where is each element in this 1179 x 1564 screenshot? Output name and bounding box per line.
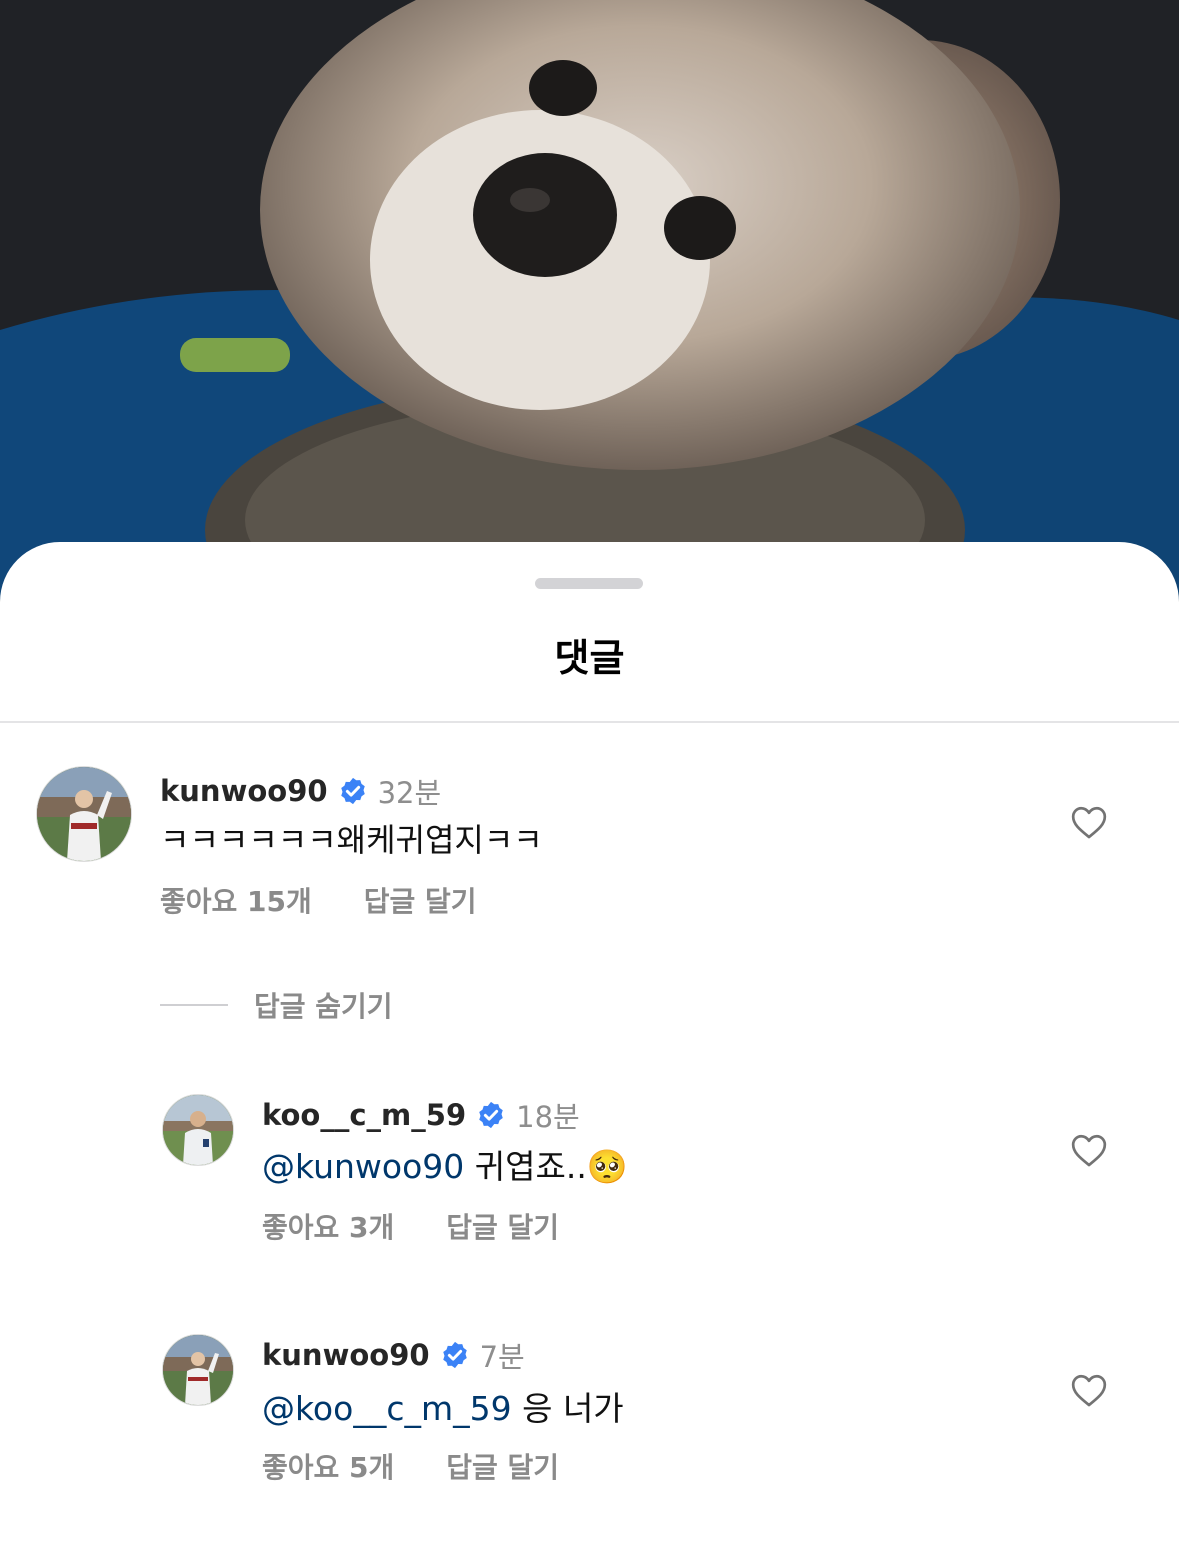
verified-badge-icon — [440, 1340, 470, 1370]
reply-button[interactable]: 답글 달기 — [446, 1448, 559, 1488]
username[interactable]: kunwoo90 — [262, 1338, 430, 1372]
video-background[interactable] — [0, 0, 1179, 600]
heart-outline-icon[interactable] — [1070, 804, 1108, 840]
comment-mention[interactable]: @koo__c_m_59 — [262, 1389, 512, 1428]
avatar-photo — [37, 767, 131, 861]
comment-mention[interactable]: @kunwoo90 — [262, 1147, 464, 1186]
comment-text: ㅋㅋㅋㅋㅋㅋ왜케귀엽지ㅋㅋ — [160, 818, 543, 862]
comment-header: kunwoo90 7분 — [262, 1334, 525, 1376]
comment-text: @koo__c_m_59 응 너가 — [262, 1386, 624, 1432]
comment-time: 7분 — [479, 1340, 525, 1374]
header-divider — [0, 721, 1179, 723]
dog-video-frame — [0, 0, 1179, 600]
comment-body: 응 너가 — [511, 1389, 624, 1428]
comment-header: koo__c_m_59 18분 — [262, 1094, 580, 1136]
sheet-grabber-handle[interactable] — [535, 578, 643, 589]
hide-replies-label: 답글 숨기기 — [254, 990, 393, 1023]
verified-badge-icon — [476, 1100, 506, 1130]
comment-header: kunwoo90 32분 — [160, 770, 441, 812]
comment-text: @kunwoo90 귀엽죠..🥺 — [262, 1144, 628, 1190]
avatar[interactable] — [162, 1094, 234, 1166]
username[interactable]: kunwoo90 — [160, 774, 328, 808]
comment-body: 귀엽죠..🥺 — [464, 1147, 628, 1186]
comment-actions: 좋아요 3개 답글 달기 — [262, 1208, 559, 1248]
comment-actions: 좋아요 5개 답글 달기 — [262, 1448, 559, 1488]
avatar-photo — [163, 1335, 233, 1405]
username[interactable]: koo__c_m_59 — [262, 1098, 466, 1132]
comment-actions: 좋아요 15개 답글 달기 — [160, 882, 477, 922]
heart-outline-icon[interactable] — [1070, 1132, 1108, 1168]
comment-time: 32분 — [377, 776, 442, 810]
avatar-photo — [163, 1095, 233, 1165]
heart-outline-icon[interactable] — [1070, 1372, 1108, 1408]
reply-button[interactable]: 답글 달기 — [364, 882, 477, 922]
likes-count[interactable]: 좋아요 5개 — [262, 1448, 394, 1488]
avatar[interactable] — [36, 766, 132, 862]
likes-count[interactable]: 좋아요 15개 — [160, 882, 312, 922]
hide-replies-button[interactable]: 답글 숨기기 — [160, 985, 393, 1025]
hide-replies-line — [160, 1004, 228, 1006]
likes-count[interactable]: 좋아요 3개 — [262, 1208, 394, 1248]
comment-time: 18분 — [516, 1100, 580, 1134]
verified-badge-icon — [338, 776, 368, 806]
reply-button[interactable]: 답글 달기 — [446, 1208, 559, 1248]
avatar[interactable] — [162, 1334, 234, 1406]
sheet-title: 댓글 — [554, 636, 625, 680]
comment-body: ㅋㅋㅋㅋㅋㅋ왜케귀엽지ㅋㅋ — [160, 821, 543, 859]
